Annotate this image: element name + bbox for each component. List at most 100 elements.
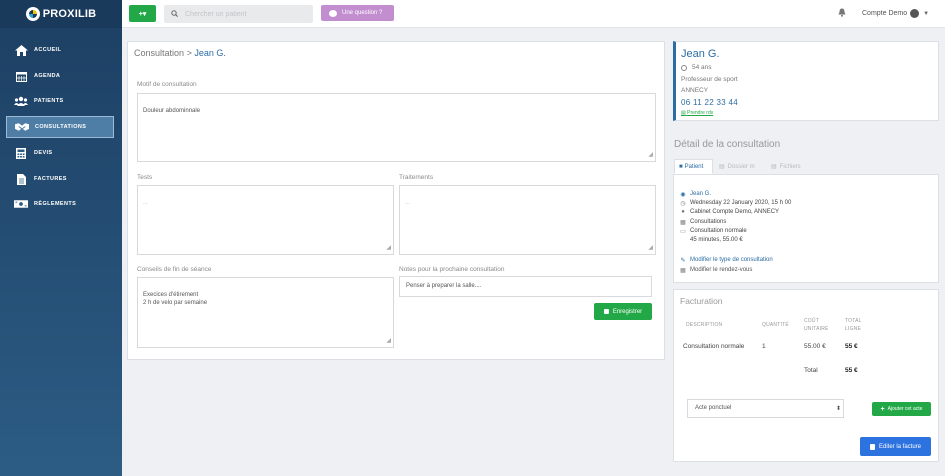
calendar-icon: ▦ [680,219,686,226]
detail-date-row: ◷ Wednesday 22 January 2020, 15 h 00 [680,200,792,207]
resize-grip-icon[interactable]: ◢ [386,337,391,346]
tab-dossier[interactable]: ▤ Dossier m [715,159,765,174]
sidebar-item-patients[interactable]: PATIENTS [6,90,114,112]
sidebar-item-label: RÈGLEMENTS [34,201,77,207]
tab-label: Fichiers [779,163,801,170]
tab-fichiers[interactable]: ▤ Fichiers [767,159,807,174]
patient-name[interactable]: Jean G. [681,48,720,60]
resize-grip-icon[interactable]: ◢ [648,244,653,253]
traitements-textarea[interactable]: ... ◢ [399,185,656,255]
sidebar-item-accueil[interactable]: ACCUEIL [6,39,114,61]
add-menu-label: +▾ [138,10,147,18]
sidebar-item-agenda[interactable]: AGENDA [6,65,114,87]
search-placeholder: Chercher un patient [185,10,247,18]
motif-textarea[interactable]: Douleur abdominnale ◢ [137,93,656,162]
detail-category: Consultations [690,219,727,225]
book-appointment-label: Prendre rdv [687,110,714,116]
user-avatar-icon [910,9,920,18]
plus-icon: + [880,405,885,413]
modify-rdv-label: Modifier le rendez-vous [690,267,753,273]
sidebar-item-label: PATIENTS [34,98,64,104]
col-unit-cost-line2: UNITAIRE [804,325,829,332]
logo-icon [25,7,40,21]
breadcrumb-separator: > [186,48,192,58]
traitements-label: Traitements [399,174,434,181]
sidebar-item-factures[interactable]: FACTURES [6,168,114,190]
breadcrumb-section[interactable]: Consultation [134,48,184,58]
modify-type-label: Modifier le type de consultation [690,257,773,263]
bell-icon[interactable] [838,8,846,19]
money-icon [14,198,28,210]
patient-city: ANNECY [681,87,709,94]
total-label: Total [804,367,818,374]
handshake-icon [15,121,29,133]
pencil-icon: ✎ [680,257,686,264]
calendar-icon [14,70,28,82]
modify-rdv-link[interactable]: ▦ Modifier le rendez-vous [680,267,753,274]
file-icon: ▤ [719,164,725,170]
app-logo[interactable]: PROXILIB [0,0,122,28]
app-name: PROXILIB [42,8,97,20]
resize-grip-icon[interactable]: ◢ [386,244,391,253]
account-menu[interactable]: Compte Demo ▼ [862,9,929,18]
document-icon [14,173,28,185]
detail-category-row: ▦ Consultations [680,219,727,226]
sidebar-item-devis[interactable]: DEVIS [6,142,114,164]
patient-phone[interactable]: 06 11 22 33 44 [681,98,738,107]
sidebar-item-consultations[interactable]: CONSULTATIONS [6,116,114,138]
calculator-icon [14,147,28,159]
user-circle-icon: ◉ [680,191,686,198]
floppy-disk-icon [603,309,609,314]
user-icon: ■ [679,163,683,170]
add-act-button[interactable]: + Ajouter cet acte [872,402,931,416]
breadcrumb-patient[interactable]: Jean G. [194,48,226,58]
sidebar-item-label: DEVIS [34,150,53,156]
conseils-textarea[interactable]: Execices d'étirement 2 h de velo par sem… [137,277,394,348]
notes-label: Notes pour la prochaine consultation [399,266,505,273]
act-select[interactable]: Acte ponctuel ⬍ [687,399,844,418]
edit-invoice-button[interactable]: Editer la facture [860,437,931,456]
detail-type-row: ▭ Consultation normale [680,228,747,235]
detail-patient-row[interactable]: ◉ Jean G. [680,191,712,198]
tests-value: ... [143,199,149,206]
act-select-value: Acte ponctuel [695,405,732,411]
edit-invoice-label: Editer la facture [878,443,922,450]
patient-age: 54 ans [692,64,712,71]
total-value: 55 € [845,367,858,374]
row-unit-cost: 55.00 € [804,343,826,350]
sidebar-item-reglements[interactable]: RÈGLEMENTS [6,193,114,215]
tests-textarea[interactable]: ... ◢ [137,185,394,255]
col-line-total-line1: TOTAL [845,318,862,324]
id-card-icon: ▭ [680,228,686,235]
breadcrumb: Consultation > Jean G. [134,48,226,58]
col-line-total-line2: LIGNE [845,325,862,332]
question-label: Une question ? [342,10,383,16]
resize-grip-icon[interactable]: ◢ [648,151,653,160]
detail-patient: Jean G. [690,191,712,197]
tab-patient[interactable]: ■ Patient [674,159,713,174]
notes-input[interactable]: Penser à preparer la salle.... [399,276,652,297]
detail-date: Wednesday 22 January 2020, 15 h 00 [690,200,792,206]
sidebar-item-label: AGENDA [34,73,61,79]
motif-value: Douleur abdominnale [143,107,201,114]
calendar-plus-icon: ▤ [681,110,686,116]
modify-type-link[interactable]: ✎ Modifier le type de consultation [680,257,773,264]
notes-value: Penser à preparer la salle.... [406,283,482,289]
detail-type: Consultation normale [690,228,747,234]
add-menu-button[interactable]: +▾ [129,5,156,22]
search-icon [171,9,178,19]
traitements-value: ... [405,199,411,206]
select-arrows-icon: ⬍ [835,406,841,412]
book-appointment-link[interactable]: ▤ Prendre rdv [681,110,713,116]
patient-search-input[interactable]: Chercher un patient [164,5,313,23]
home-icon [14,44,28,56]
question-button[interactable]: Une question ? [321,5,394,21]
row-quantity: 1 [762,343,766,350]
save-button[interactable]: Enregistrer [594,303,652,320]
patient-profession: Professeur de sport [681,76,738,83]
tab-label: Patient [684,163,704,170]
save-label: Enregistrer [612,308,643,315]
col-quantity: QUANTITÉ [762,322,789,328]
conseils-value: Execices d'étirement 2 h de velo par sem… [143,291,208,307]
patient-age-row: 54 ans [681,64,712,71]
